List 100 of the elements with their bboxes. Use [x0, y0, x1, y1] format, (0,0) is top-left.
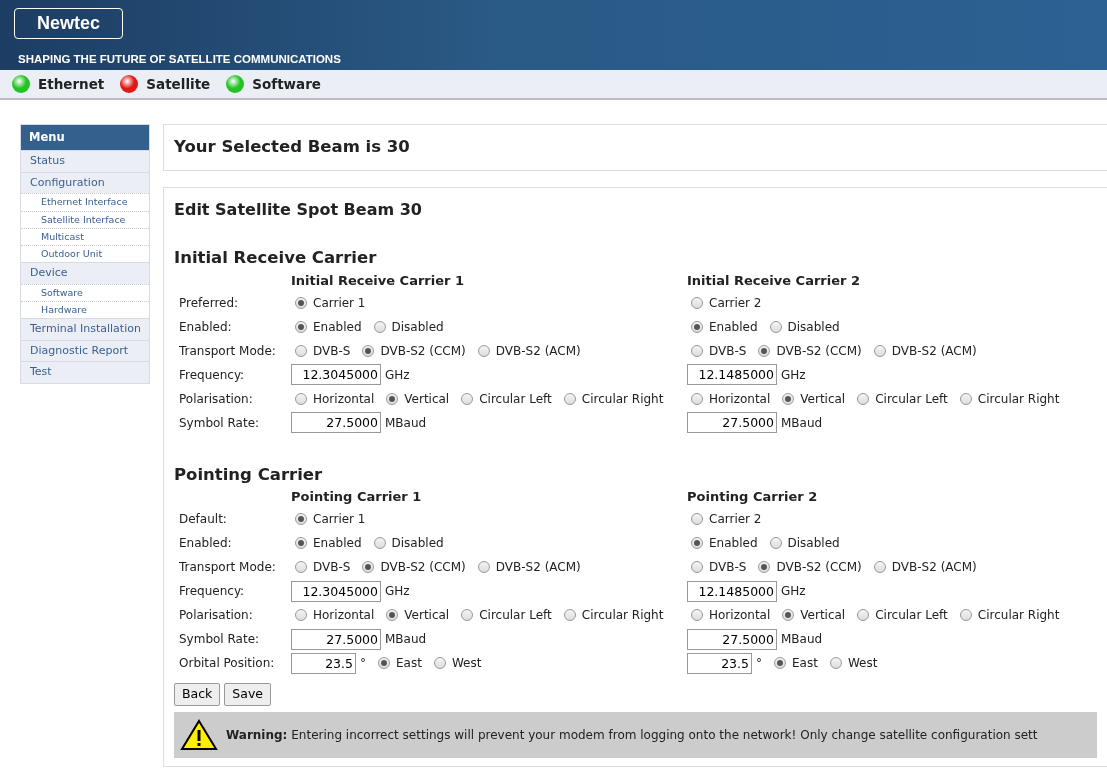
field-label: Symbol Rate:	[178, 631, 261, 649]
field-label: Transport Mode:	[178, 342, 277, 360]
radio-button[interactable]	[386, 392, 399, 405]
radio-button[interactable]	[857, 392, 870, 405]
radio-button[interactable]	[691, 513, 703, 526]
radio-button[interactable]	[461, 392, 474, 405]
radio-button[interactable]	[295, 392, 307, 405]
menu-item[interactable]: Status	[21, 150, 149, 172]
radio-button[interactable]	[691, 344, 703, 357]
radio-button[interactable]	[758, 561, 771, 574]
radio-button[interactable]	[857, 609, 870, 622]
option-label: Disabled	[787, 318, 840, 336]
number-field[interactable]: 27.5000	[291, 412, 381, 433]
radio-button[interactable]	[774, 657, 786, 670]
menu-item[interactable]: Configuration	[21, 171, 149, 194]
option-label: East	[396, 655, 422, 673]
option-label: Circular Right	[977, 607, 1060, 625]
option-label: Circular Left	[479, 607, 552, 625]
radio-button[interactable]	[563, 392, 576, 405]
number-field[interactable]: 12.3045000	[291, 364, 381, 385]
radio-button[interactable]	[873, 344, 886, 357]
option-label: Carrier 2	[709, 294, 762, 312]
radio-button[interactable]	[959, 392, 972, 405]
radio-button[interactable]	[782, 392, 795, 405]
radio-button[interactable]	[362, 344, 375, 357]
radio-button[interactable]	[295, 344, 307, 357]
radio-button[interactable]	[477, 344, 490, 357]
option-label: Circular Left	[875, 607, 948, 625]
radio-button[interactable]	[362, 561, 375, 574]
unit-label: GHz	[385, 583, 410, 601]
number-field[interactable]: 12.1485000	[687, 364, 777, 385]
menu-item[interactable]: Device	[21, 262, 149, 284]
radio-button[interactable]	[691, 320, 703, 333]
radio-button[interactable]	[295, 537, 307, 550]
form-title: Edit Satellite Spot Beam 30	[174, 198, 423, 221]
unit-label: GHz	[781, 583, 806, 601]
logo: Newtec	[14, 8, 124, 39]
radio-button[interactable]	[769, 320, 782, 333]
carrier-heading: Pointing Carrier 1	[291, 488, 423, 507]
option-label: Vertical	[800, 390, 846, 408]
unit-label: GHz	[781, 366, 806, 384]
option-label: Circular Right	[977, 390, 1060, 408]
carrier-heading: Initial Receive Carrier 1	[291, 271, 465, 290]
radio-button[interactable]	[295, 320, 307, 333]
radio-button[interactable]	[563, 609, 576, 622]
radio-button[interactable]	[433, 657, 446, 670]
radio-button[interactable]	[373, 320, 386, 333]
option-label: DVB-S2 (ACM)	[891, 342, 977, 360]
radio-button[interactable]	[691, 561, 703, 574]
radio-button[interactable]	[295, 561, 307, 574]
unit-label: MBaud	[781, 414, 823, 432]
field-label: Frequency:	[178, 366, 246, 384]
number-field[interactable]: 27.5000	[687, 412, 777, 433]
radio-button[interactable]	[386, 609, 399, 622]
form-button[interactable]: Back	[174, 683, 221, 706]
number-field[interactable]: 23.5	[291, 652, 356, 674]
radio-button[interactable]	[295, 296, 307, 309]
status-label: Software	[252, 74, 321, 94]
radio-button[interactable]	[873, 561, 886, 574]
menu-item[interactable]: Terminal Installation	[21, 318, 149, 340]
radio-button[interactable]	[691, 537, 703, 550]
radio-button[interactable]	[959, 609, 972, 622]
radio-button[interactable]	[758, 344, 771, 357]
option-label: East	[792, 655, 818, 673]
number-field[interactable]: 27.5000	[291, 628, 381, 650]
radio-button[interactable]	[691, 296, 703, 309]
menu-item[interactable]: Diagnostic Report	[21, 339, 149, 362]
option-label: Horizontal	[313, 607, 375, 625]
option-label: Vertical	[404, 607, 450, 625]
field-label: Transport Mode:	[178, 559, 277, 577]
option-label: DVB-S2 (CCM)	[380, 342, 466, 360]
radio-button[interactable]	[295, 609, 307, 622]
option-label: Enabled	[313, 535, 362, 553]
option-label: DVB-S2 (CCM)	[380, 559, 466, 577]
option-label: DVB-S2 (ACM)	[495, 559, 581, 577]
field-label: Frequency:	[178, 583, 246, 601]
radio-button[interactable]	[691, 392, 703, 405]
number-field[interactable]: 12.3045000	[291, 580, 381, 602]
radio-button[interactable]	[373, 537, 386, 550]
radio-button[interactable]	[691, 609, 703, 622]
field-label: Enabled:	[178, 535, 233, 553]
number-field[interactable]: 27.5000	[687, 628, 777, 650]
radio-button[interactable]	[782, 609, 795, 622]
radio-button[interactable]	[477, 561, 490, 574]
field-label: Polarisation:	[178, 607, 254, 625]
option-label: Horizontal	[313, 390, 375, 408]
option-label: DVB-S	[313, 342, 351, 360]
radio-button[interactable]	[461, 609, 474, 622]
radio-button[interactable]	[769, 537, 782, 550]
radio-button[interactable]	[829, 657, 842, 670]
option-label: Circular Left	[479, 390, 552, 408]
radio-button[interactable]	[295, 513, 307, 526]
option-label: West	[451, 655, 482, 673]
option-label: DVB-S2 (CCM)	[776, 559, 862, 577]
menu-item[interactable]: Test	[21, 361, 149, 383]
field-label: Preferred:	[178, 294, 240, 312]
radio-button[interactable]	[378, 657, 390, 670]
number-field[interactable]: 23.5	[687, 652, 752, 674]
form-button[interactable]: Save	[224, 683, 272, 706]
number-field[interactable]: 12.1485000	[687, 580, 777, 602]
